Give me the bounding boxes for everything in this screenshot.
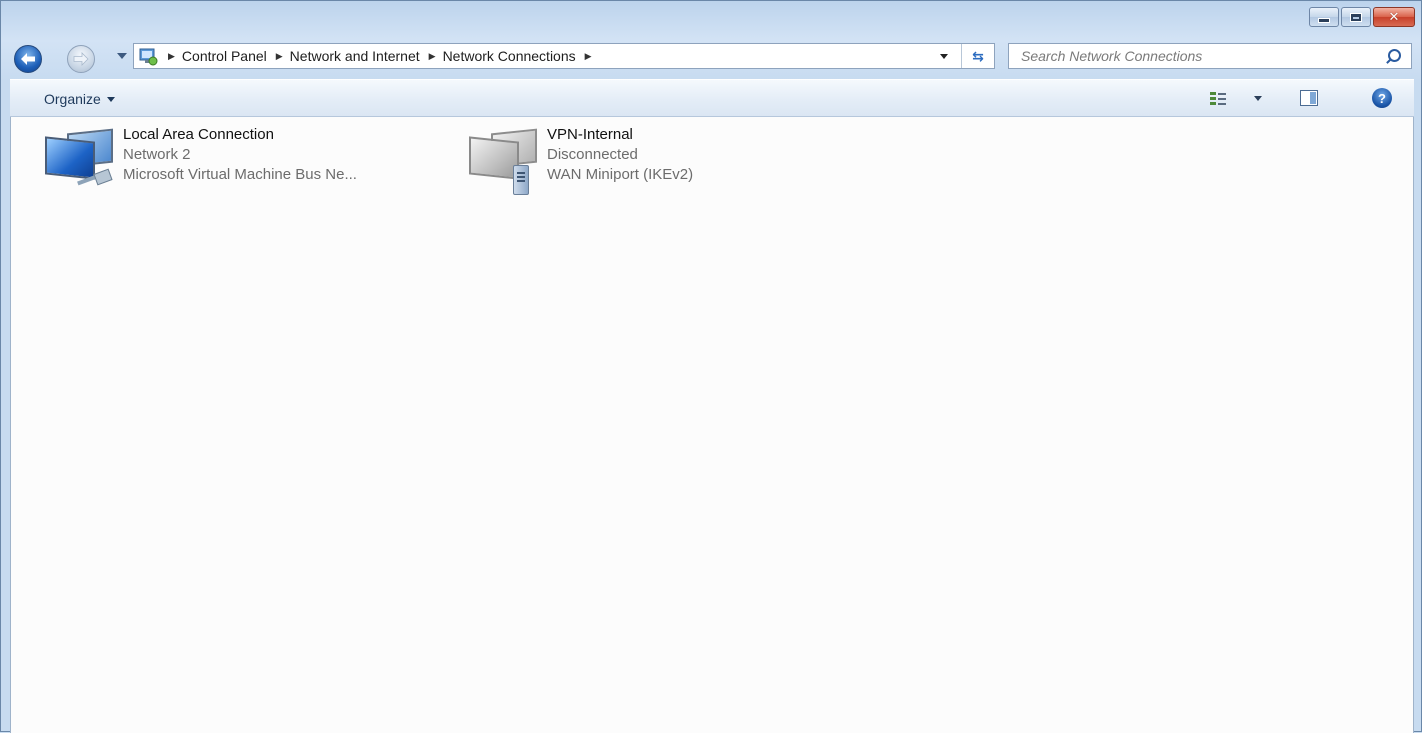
preview-pane-icon[interactable] [1300,90,1318,106]
back-arrow-icon [21,53,35,65]
breadcrumb-network-connections[interactable]: Network Connections [443,48,576,64]
address-bar[interactable]: ▶ Control Panel ▶ Network and Internet ▶… [133,43,995,69]
network-adapter-icon [37,125,117,191]
connection-details: Local Area Connection Network 2 Microsof… [123,125,357,197]
change-view-button[interactable] [1210,90,1262,106]
minimize-icon [1318,18,1330,23]
breadcrumb-separator-icon[interactable]: ▶ [429,51,436,62]
organize-label: Organize [44,91,101,107]
connection-device: WAN Miniport (IKEv2) [547,166,694,183]
search-icon[interactable] [1388,49,1401,62]
control-panel-icon [138,46,158,66]
breadcrumb: ▶ Control Panel ▶ Network and Internet ▶… [164,48,599,64]
chevron-down-icon[interactable] [1254,95,1262,101]
help-icon[interactable]: ? [1372,88,1392,108]
connections-list: Local Area Connection Network 2 Microsof… [10,117,1414,733]
breadcrumb-separator-icon[interactable]: ▶ [276,51,283,62]
vpn-connection-icon [461,125,541,195]
caption-buttons: ✕ [1309,7,1415,27]
connection-details: VPN-Internal Disconnected WAN Miniport (… [547,125,693,197]
chevron-down-icon [106,96,115,102]
list-item[interactable]: Local Area Connection Network 2 Microsof… [37,125,357,197]
list-item[interactable]: VPN-Internal Disconnected WAN Miniport (… [461,125,693,197]
minimize-button[interactable] [1309,7,1339,27]
search-input[interactable] [1019,44,1383,68]
refresh-icon: ⇆ [972,47,984,64]
connection-name: VPN-Internal [547,126,633,143]
close-button[interactable]: ✕ [1373,7,1415,27]
connection-device: Microsoft Virtual Machine Bus Ne... [123,166,357,183]
maximize-button[interactable] [1341,7,1371,27]
breadcrumb-separator-icon[interactable]: ▶ [585,51,592,62]
command-bar: Organize ? [10,79,1414,117]
forward-button[interactable] [67,45,95,73]
organize-menu-button[interactable]: Organize [44,91,115,107]
address-history-dropdown[interactable] [940,54,948,59]
maximize-icon [1350,12,1362,22]
connection-network: Network 2 [123,146,191,163]
back-button[interactable] [14,45,42,73]
connection-status: Disconnected [547,146,638,163]
breadcrumb-separator-icon[interactable]: ▶ [168,51,175,62]
search-box[interactable] [1008,43,1412,69]
explorer-window: ✕ ▶ Control Panel ▶ Network and Internet… [0,0,1422,733]
recent-pages-dropdown[interactable] [117,53,127,59]
view-options-icon [1210,90,1226,106]
connection-name: Local Area Connection [123,126,274,143]
breadcrumb-network-and-internet[interactable]: Network and Internet [290,48,420,64]
close-icon: ✕ [1388,9,1400,25]
forward-arrow-icon [73,52,89,66]
refresh-button[interactable]: ⇆ [961,44,994,68]
breadcrumb-control-panel[interactable]: Control Panel [182,48,267,64]
navigation-bar: ▶ Control Panel ▶ Network and Internet ▶… [1,39,1422,75]
